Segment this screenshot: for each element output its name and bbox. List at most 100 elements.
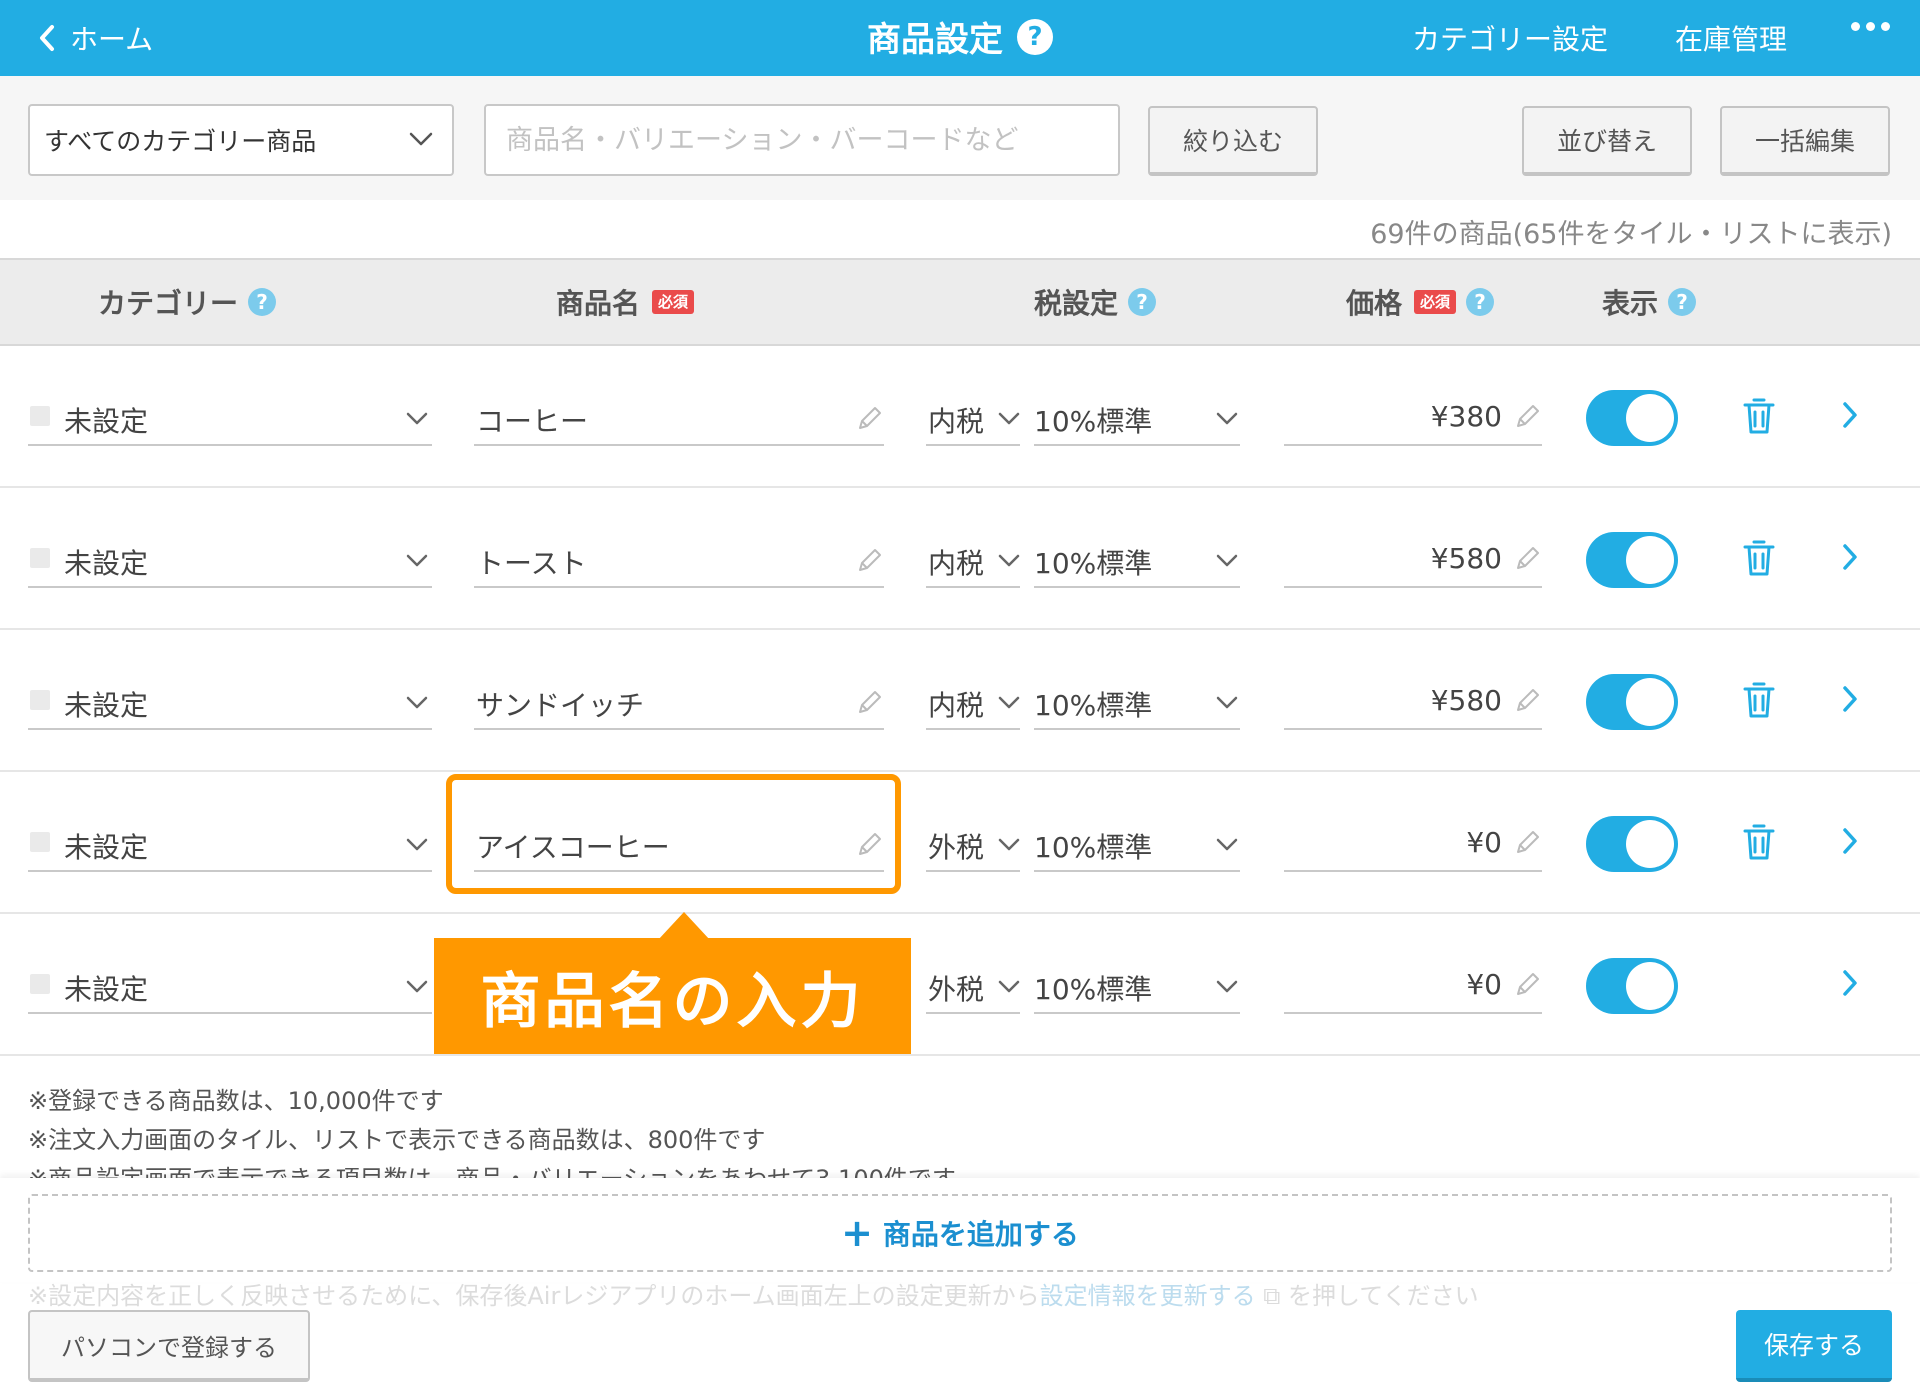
more-icon[interactable] — [1851, 22, 1890, 31]
pencil-icon — [1517, 831, 1539, 853]
tax-type-select[interactable]: 内税 — [926, 528, 1020, 588]
table-row: 未設定 外税 10%標準 ¥0 — [0, 914, 1920, 1056]
category-settings-link[interactable]: カテゴリー設定 — [1412, 14, 1608, 62]
tax-type-select[interactable]: 外税 — [926, 812, 1020, 872]
price-field[interactable]: ¥0 — [1284, 954, 1542, 1014]
search-input[interactable] — [484, 104, 1120, 176]
price-field[interactable]: ¥380 — [1284, 386, 1542, 446]
tax-rate-select[interactable]: 10%標準 — [1034, 670, 1240, 730]
category-value: 未設定 — [64, 547, 149, 580]
footer: パソコンで登録する 保存する — [0, 1284, 1920, 1400]
bulk-edit-button[interactable]: 一括編集 — [1720, 106, 1890, 176]
trash-icon[interactable] — [1742, 396, 1776, 436]
category-filter-value: すべてのカテゴリー商品 — [44, 127, 317, 156]
filter-button[interactable]: 絞り込む — [1148, 106, 1318, 176]
category-select[interactable]: 未設定 — [28, 528, 432, 588]
sort-button[interactable]: 並び替え — [1522, 106, 1692, 176]
tax-type-value: 外税 — [928, 831, 985, 864]
tax-rate-value: 10%標準 — [1034, 547, 1153, 580]
tax-type-select[interactable]: 内税 — [926, 670, 1020, 730]
help-icon[interactable]: ? — [1128, 288, 1157, 316]
chevron-down-icon — [406, 554, 428, 567]
chevron-right-icon[interactable] — [1840, 826, 1860, 856]
tax-rate-value: 10%標準 — [1034, 973, 1153, 1006]
help-icon[interactable]: ? — [1466, 288, 1495, 316]
category-select[interactable]: 未設定 — [28, 670, 432, 730]
price-value: ¥580 — [1430, 542, 1502, 575]
table-row: 未設定 アイスコーヒー 外税 10%標準 ¥0 — [0, 772, 1920, 914]
toolbar: すべてのカテゴリー商品 絞り込む 並び替え 一括編集 — [0, 76, 1920, 200]
th-price-label: 価格 — [1346, 287, 1403, 320]
display-toggle[interactable] — [1586, 816, 1678, 872]
price-value: ¥0 — [1466, 826, 1502, 859]
price-value: ¥0 — [1466, 968, 1502, 1001]
th-display-label: 表示 — [1602, 287, 1659, 320]
inventory-link[interactable]: 在庫管理 — [1675, 14, 1787, 62]
product-count: 69件の商品(65件をタイル・リストに表示) — [1370, 219, 1892, 250]
chevron-down-icon — [1216, 412, 1238, 425]
th-tax-label: 税設定 — [1034, 287, 1119, 320]
help-icon[interactable]: ? — [1017, 18, 1053, 55]
chevron-down-icon — [406, 696, 428, 709]
tax-type-value: 外税 — [928, 973, 985, 1006]
chevron-right-icon[interactable] — [1840, 968, 1860, 998]
note-line: ※注文入力画面のタイル、リストで表示できる商品数は、800件です — [28, 1126, 766, 1154]
pencil-icon — [1517, 973, 1539, 995]
chevron-down-icon — [1216, 696, 1238, 709]
price-field[interactable]: ¥580 — [1284, 528, 1542, 588]
chevron-right-icon[interactable] — [1840, 400, 1860, 430]
tax-type-select[interactable]: 内税 — [926, 386, 1020, 446]
display-toggle[interactable] — [1586, 674, 1678, 730]
trash-icon[interactable] — [1742, 538, 1776, 578]
chevron-down-icon — [998, 980, 1020, 993]
help-icon[interactable]: ? — [248, 288, 277, 316]
category-value: 未設定 — [64, 689, 149, 722]
notes: ※登録できる商品数は、10,000件です ※注文入力画面のタイル、リストで表示で… — [28, 1082, 956, 1178]
price-field[interactable]: ¥580 — [1284, 670, 1542, 730]
price-field[interactable]: ¥0 — [1284, 812, 1542, 872]
add-product-area: + 商品を追加する — [0, 1178, 1920, 1282]
required-badge: 必須 — [1414, 290, 1457, 314]
tax-rate-select[interactable]: 10%標準 — [1034, 812, 1240, 872]
help-icon[interactable]: ? — [1668, 288, 1697, 316]
save-button[interactable]: 保存する — [1736, 1310, 1892, 1382]
note-line: ※商品設定画面で表示できる項目数は、商品・バリエーションをあわせて3,100件で… — [28, 1160, 956, 1178]
table-row: 未設定 サンドイッチ 内税 10%標準 ¥580 — [0, 630, 1920, 772]
callout-label: 商品名の入力 — [434, 938, 911, 1054]
pencil-icon — [859, 691, 881, 713]
th-name-label: 商品名 — [556, 287, 641, 320]
tax-rate-select[interactable]: 10%標準 — [1034, 954, 1240, 1014]
category-select[interactable]: 未設定 — [28, 812, 432, 872]
pencil-icon — [1517, 405, 1539, 427]
chevron-right-icon[interactable] — [1840, 542, 1860, 572]
chevron-down-icon — [406, 980, 428, 993]
tax-type-value: 内税 — [928, 689, 985, 722]
category-filter-select[interactable]: すべてのカテゴリー商品 — [28, 104, 454, 176]
product-name-field[interactable]: トースト — [474, 528, 884, 588]
tax-type-select[interactable]: 外税 — [926, 954, 1020, 1014]
trash-icon[interactable] — [1742, 822, 1776, 862]
display-toggle[interactable] — [1586, 390, 1678, 446]
chevron-down-icon — [998, 412, 1020, 425]
tax-type-value: 内税 — [928, 405, 985, 438]
product-name-field[interactable]: サンドイッチ — [474, 670, 884, 730]
price-value: ¥380 — [1430, 400, 1502, 433]
tax-rate-select[interactable]: 10%標準 — [1034, 386, 1240, 446]
required-badge: 必須 — [652, 290, 695, 314]
chevron-down-icon — [998, 554, 1020, 567]
tax-rate-select[interactable]: 10%標準 — [1034, 528, 1240, 588]
pc-register-button[interactable]: パソコンで登録する — [28, 1310, 310, 1382]
chevron-right-icon[interactable] — [1840, 684, 1860, 714]
product-name-field[interactable]: コーヒー — [474, 386, 884, 446]
category-select[interactable]: 未設定 — [28, 954, 432, 1014]
display-toggle[interactable] — [1586, 958, 1678, 1014]
app-header: ホーム 商品設定 ? カテゴリー設定 在庫管理 — [0, 0, 1920, 76]
category-select[interactable]: 未設定 — [28, 386, 432, 446]
display-toggle[interactable] — [1586, 532, 1678, 588]
trash-icon[interactable] — [1742, 680, 1776, 720]
category-value: 未設定 — [64, 831, 149, 864]
add-product-button[interactable]: + 商品を追加する — [28, 1194, 1892, 1272]
page-title: 商品設定 — [867, 20, 1003, 60]
th-display: 表示 ? — [1602, 260, 1697, 344]
category-value: 未設定 — [64, 973, 149, 1006]
